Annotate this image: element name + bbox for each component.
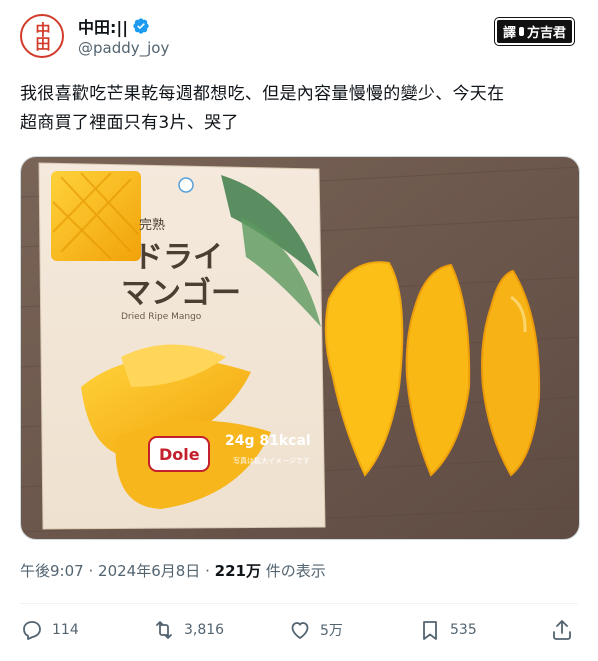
like-count: 5万 xyxy=(320,623,343,639)
package-subtitle: Dried Ripe Mango xyxy=(121,312,202,322)
package-note: 写真は拡大イメージです xyxy=(233,456,310,465)
author-names: 中田:|| @paddy_joy xyxy=(78,15,169,57)
photo-canvas: 完熟 ドライ マンゴー Dried Ripe Mango Dole 24g 81… xyxy=(21,157,579,539)
translator-badge: 譯 方吉君 xyxy=(494,18,574,45)
brand-mark-icon xyxy=(178,177,194,193)
name-row: 中田:|| xyxy=(78,15,169,37)
tweet-text-line-1: 我很喜歡吃芒果乾每週都想吃、但是內容量慢慢的變少、今天在 xyxy=(20,84,505,104)
bookmark-count: 535 xyxy=(450,622,477,638)
meta-separator: · xyxy=(88,562,94,580)
verified-badge-icon xyxy=(133,18,149,34)
divider xyxy=(20,603,578,604)
dried-mango-slices xyxy=(324,261,541,477)
post-time[interactable]: 午後9:07 xyxy=(20,562,84,580)
share-button[interactable] xyxy=(550,618,574,642)
views-label: 件の表示 xyxy=(265,562,326,580)
bookmark-icon xyxy=(423,621,437,640)
share-icon xyxy=(553,620,571,640)
heart-icon xyxy=(291,622,309,639)
action-bar: 114 3,816 5万 535 xyxy=(20,618,578,648)
retweet-button[interactable]: 3,816 xyxy=(152,618,224,642)
reply-icon xyxy=(23,621,41,640)
tweet-text: 我很喜歡吃芒果乾每週都想吃、但是內容量慢慢的變少、今天在 超商買了裡面只有3片、… xyxy=(20,80,580,138)
package-label-small: 完熟 xyxy=(139,217,165,233)
retweet-count: 3,816 xyxy=(184,622,225,638)
bookmark-button[interactable]: 535 xyxy=(418,618,477,642)
dole-logo: Dole xyxy=(148,436,210,472)
translator-badge-right: 方吉君 xyxy=(526,26,566,41)
reply-count: 114 xyxy=(52,622,79,638)
display-name[interactable]: 中田:|| xyxy=(78,14,128,38)
avatar[interactable]: 中田 xyxy=(20,14,64,58)
meta-separator: · xyxy=(205,562,210,580)
reply-button[interactable]: 114 xyxy=(20,618,79,642)
tweet-photo[interactable]: 完熟 ドライ マンゴー Dried Ripe Mango Dole 24g 81… xyxy=(20,156,580,540)
like-button[interactable]: 5万 xyxy=(288,618,343,642)
post-date[interactable]: 2024年6月8日 xyxy=(98,562,200,580)
handle[interactable]: @paddy_joy xyxy=(78,39,169,57)
retweet-icon xyxy=(156,621,172,639)
badge-separator xyxy=(518,27,524,36)
dole-text: Dole xyxy=(159,445,200,464)
translator-badge-left: 譯 xyxy=(502,26,516,41)
views-count: 221万 xyxy=(214,562,261,580)
tweet-meta: 午後9:07 · 2024年6月8日 · 221万 件の表示 xyxy=(20,560,326,581)
package-weight: 24g 81kcal xyxy=(225,433,311,449)
package-title-line-1: ドライ xyxy=(133,240,223,275)
tweet-header: 中田 中田:|| @paddy_joy 譯 方吉君 xyxy=(20,14,580,64)
avatar-text: 中田 xyxy=(33,22,52,50)
package-title-line-2: マンゴー xyxy=(121,276,241,311)
mango-package: 完熟 ドライ マンゴー Dried Ripe Mango Dole 24g 81… xyxy=(38,162,326,530)
tweet-text-line-2: 超商買了裡面只有3片、哭了 xyxy=(20,113,239,133)
